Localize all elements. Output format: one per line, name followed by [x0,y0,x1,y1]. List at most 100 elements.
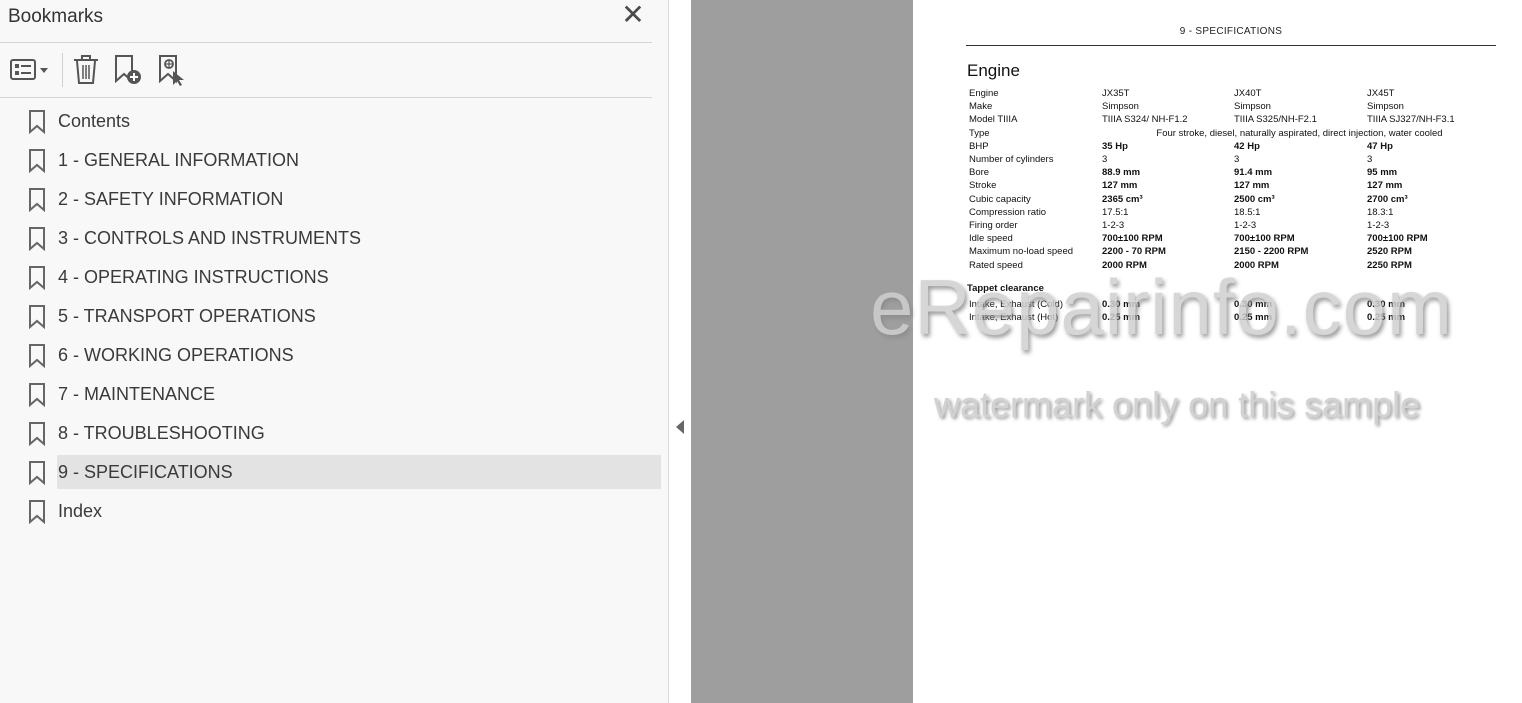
spec-value: 95 mm [1367,167,1398,179]
bookmark-item[interactable]: 5 - TRANSPORT OPERATIONS [0,299,668,338]
collapse-panel-arrow-icon[interactable] [676,420,684,434]
spec-value: 2000 RPM [1102,259,1147,271]
spec-label: Firing order [969,219,1018,231]
bookmark-label: 3 - CONTROLS AND INSTRUMENTS [58,228,362,248]
spec-row: Compression ratio 17.5:1 18.5:1 18.3:1 [967,206,1497,219]
spec-value: 127 mm [1367,180,1403,192]
bookmark-item[interactable]: 6 - WORKING OPERATIONS [0,338,668,377]
spec-row: Idle speed 700±100 RPM 700±100 RPM 700±100 … [967,232,1497,245]
bookmark-item[interactable]: 7 - MAINTENANCE [0,377,668,416]
spec-value: 3 [1234,154,1240,166]
bookmark-search-icon [159,55,184,86]
spec-value: 0.25 mm [1367,312,1406,324]
spec-row: Make Simpson Simpson Simpson [967,100,1497,113]
spec-row: Rated speed 2000 RPM 2000 RPM 2250 RPM [967,258,1497,271]
spec-value: 700±100 RPM [1367,233,1428,245]
section-title: Engine [967,61,1020,80]
bookmark-list: Contents 1 - GENERAL INFORMATION 2 - SAFET… [0,104,668,533]
bookmark-label: Contents [58,111,131,131]
bookmarks-panel: Bookmarks ✕ Contents 1 - GENERAL INFORMA… [0,0,668,703]
find-bookmark-button[interactable] [156,53,188,87]
page-heading: 9 - SPECIFICATIONS [1179,26,1283,37]
spec-value: 18.3:1 [1367,206,1394,218]
spec-row: Model TIIIA TIIIA S324/ NH-F1.2 TIIIA S325… [967,113,1497,126]
close-panel-button[interactable]: ✕ [620,1,646,30]
spec-label: Engine [969,88,999,100]
spec-label: Type [969,127,990,139]
spec-row: Engine JX35T JX40T JX45T [967,87,1497,100]
document-background [691,0,913,703]
new-bookmark-button[interactable] [112,53,144,87]
bookmarks-header: Bookmarks ✕ [0,0,652,43]
spec-label: Compression ratio [969,206,1047,218]
spec-label: Intake, Exhaust (Hot) [969,312,1059,324]
bookmark-item[interactable]: 1 - GENERAL INFORMATION [0,143,668,182]
spec-value: 2250 RPM [1367,259,1412,271]
panel-divider[interactable] [668,0,692,703]
options-dropdown-button[interactable] [8,53,52,87]
bookmark-icon [29,344,45,368]
engine-spec-table: Engine JX35T JX40T JX45T Make Simpson Simpson S… [967,87,1497,272]
bookmark-icon [29,305,45,329]
spec-label: Make [969,101,993,113]
bookmark-icon [29,110,45,134]
spec-value: 2150 - 2200 RPM [1234,246,1309,258]
delete-bookmark-button[interactable] [72,53,100,87]
bookmark-item[interactable]: Contents [0,104,668,143]
spec-value: 2200 - 70 RPM [1102,246,1166,258]
spec-row: Bore 88.9 mm 91.4 mm 95 mm [967,166,1497,179]
bookmark-item[interactable]: 3 - CONTROLS AND INSTRUMENTS [0,221,668,260]
spec-value: JX40T [1234,88,1262,100]
bookmark-item[interactable]: 2 - SAFETY INFORMATION [0,182,668,221]
spec-value: 2000 RPM [1234,259,1279,271]
bookmark-icon [29,149,45,173]
bookmark-icon [29,500,45,524]
bookmark-icon [29,227,45,251]
spec-value: 0.30 mm [1367,299,1406,311]
bookmark-item[interactable]: 4 - OPERATING INSTRUCTIONS [0,260,668,299]
spec-label: Bore [969,167,990,179]
bookmark-icon [29,266,45,290]
spec-value: 2365 cm³ [1102,193,1143,205]
bookmark-item[interactable]: 8 - TROUBLESHOOTING [0,416,668,455]
document-page: 9 - SPECIFICATIONS Engine Engine JX35T JX4… [913,0,1522,703]
spec-value: JX35T [1102,88,1130,100]
bookmark-add-icon [115,55,141,84]
bookmark-item[interactable]: Index [0,494,668,533]
spec-value: 47 Hp [1367,140,1393,152]
bookmark-item[interactable]: 9 - SPECIFICATIONS [0,455,668,494]
spec-value: 127 mm [1234,180,1270,192]
spec-value: 700±100 RPM [1234,233,1295,245]
spec-value: TIIIA SJ327/NH-F3.1 [1367,114,1455,126]
spec-row: Intake, Exhaust (Cold) 0.30 mm 0.30 mm 0.30… [967,298,1497,311]
spec-value: Simpson [1102,101,1139,113]
bookmarks-toolbar [0,43,652,98]
spec-label: Maximum no-load speed [969,246,1074,258]
spec-row: Stroke 127 mm 127 mm 127 mm [967,179,1497,192]
bookmark-label: 8 - TROUBLESHOOTING [58,423,265,443]
list-options-icon [10,59,48,80]
spec-value: JX45T [1367,88,1395,100]
spec-value: 0.30 mm [1102,299,1141,311]
spec-row: Cubic capacity 2365 cm³ 2500 cm³ 2700 cm³ [967,193,1497,206]
bookmark-icon [29,188,45,212]
spec-row: Type Four stroke, diesel, naturally aspir… [967,127,1497,140]
spec-value: 0.25 mm [1234,312,1273,324]
spec-value: 1-2-3 [1234,219,1257,231]
spec-label: Rated speed [969,259,1023,271]
spec-value: 700±100 RPM [1102,233,1163,245]
spec-value: 2520 RPM [1367,246,1412,258]
panel-title: Bookmarks [8,6,104,27]
bookmark-label: Index [58,501,103,521]
spec-value: Four stroke, diesel, naturally aspirated… [1156,127,1443,139]
spec-label: Model TIIIA [969,114,1018,126]
spec-label: Cubic capacity [969,193,1031,205]
spec-value: 88.9 mm [1102,167,1141,179]
spec-value: 2700 cm³ [1367,193,1408,205]
spec-value: 2500 cm³ [1234,193,1275,205]
spec-value: 1-2-3 [1102,219,1125,231]
toolbar-separator [62,53,63,87]
tappet-clearance-title: Tappet clearance [967,283,1044,294]
spec-row: Maximum no-load speed 2200 - 70 RPM 2150 -… [967,245,1497,258]
bookmark-icon [29,383,45,407]
